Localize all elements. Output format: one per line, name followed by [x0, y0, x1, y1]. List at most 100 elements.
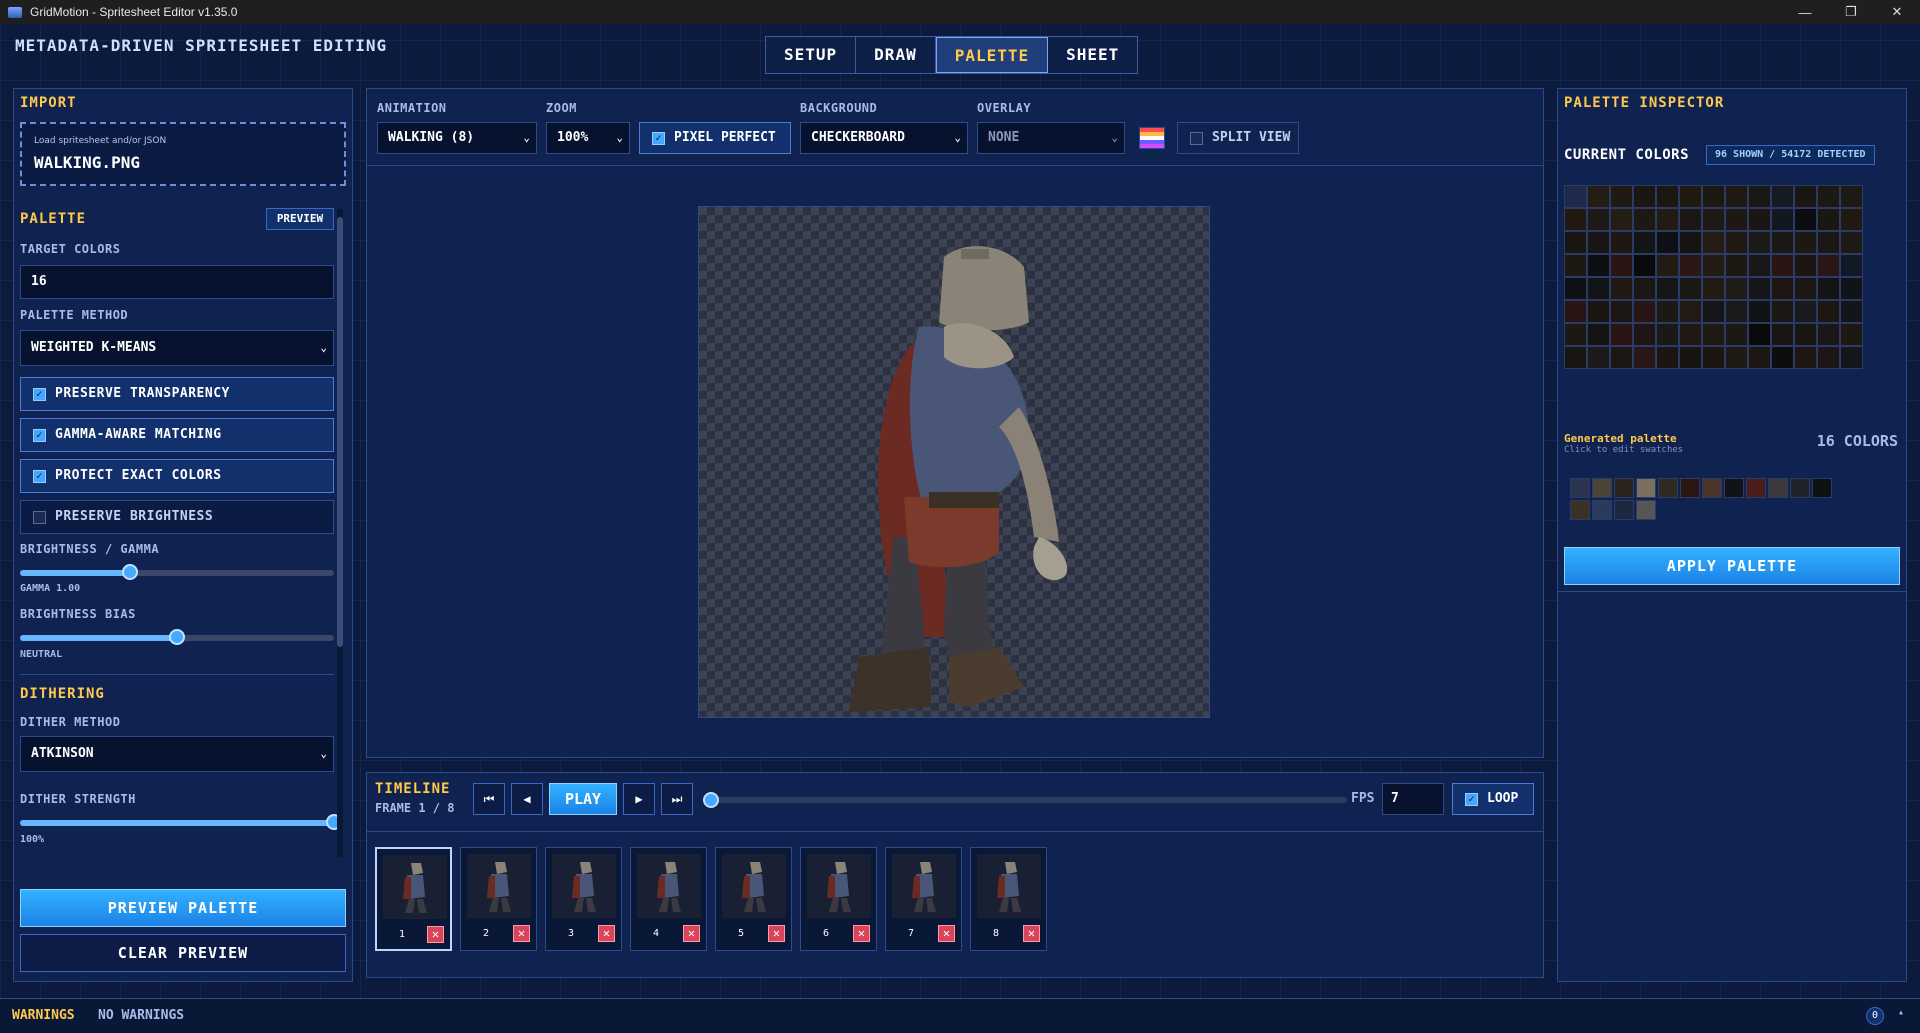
current-color-swatch[interactable] — [1794, 300, 1817, 323]
current-color-swatch[interactable] — [1817, 277, 1840, 300]
frame-thumbnail-3[interactable]: 3 ✕ — [545, 847, 622, 951]
generated-color-swatch[interactable] — [1724, 478, 1744, 498]
delete-frame-icon[interactable]: ✕ — [853, 925, 870, 942]
fps-input[interactable]: 7 — [1382, 783, 1444, 815]
apply-palette-button[interactable]: APPLY PALETTE — [1564, 547, 1900, 585]
current-color-swatch[interactable] — [1656, 300, 1679, 323]
current-color-swatch[interactable] — [1817, 208, 1840, 231]
current-color-swatch[interactable] — [1725, 346, 1748, 369]
delete-frame-icon[interactable]: ✕ — [598, 925, 615, 942]
current-color-swatch[interactable] — [1587, 300, 1610, 323]
current-color-swatch[interactable] — [1633, 277, 1656, 300]
current-color-swatch[interactable] — [1656, 277, 1679, 300]
generated-color-swatch[interactable] — [1636, 478, 1656, 498]
current-color-swatch[interactable] — [1702, 254, 1725, 277]
current-color-swatch[interactable] — [1587, 208, 1610, 231]
current-color-swatch[interactable] — [1748, 208, 1771, 231]
generated-color-swatch[interactable] — [1680, 478, 1700, 498]
current-color-swatch[interactable] — [1817, 185, 1840, 208]
current-color-swatch[interactable] — [1840, 231, 1863, 254]
current-color-swatch[interactable] — [1702, 277, 1725, 300]
palette-preview-button[interactable]: PREVIEW — [266, 208, 334, 230]
current-color-swatch[interactable] — [1771, 254, 1794, 277]
current-color-swatch[interactable] — [1587, 323, 1610, 346]
preview-palette-button[interactable]: PREVIEW PALETTE — [20, 889, 346, 927]
current-color-swatch[interactable] — [1610, 231, 1633, 254]
scrubber-knob[interactable] — [703, 792, 720, 808]
frame-thumbnail-2[interactable]: 2 ✕ — [460, 847, 537, 951]
current-color-swatch[interactable] — [1817, 231, 1840, 254]
preserve-brightness-checkbox[interactable]: PRESERVE BRIGHTNESS — [20, 500, 334, 534]
current-color-swatch[interactable] — [1587, 346, 1610, 369]
current-color-swatch[interactable] — [1702, 208, 1725, 231]
notification-badge[interactable]: 0 — [1866, 1007, 1884, 1025]
current-color-swatch[interactable] — [1840, 208, 1863, 231]
current-color-swatch[interactable] — [1794, 208, 1817, 231]
current-color-swatch[interactable] — [1725, 300, 1748, 323]
delete-frame-icon[interactable]: ✕ — [938, 925, 955, 942]
current-color-swatch[interactable] — [1679, 323, 1702, 346]
bias-slider[interactable] — [20, 629, 334, 645]
current-color-swatch[interactable] — [1610, 300, 1633, 323]
generated-color-swatch[interactable] — [1746, 478, 1766, 498]
current-color-swatch[interactable] — [1564, 300, 1587, 323]
current-color-swatch[interactable] — [1817, 300, 1840, 323]
current-color-swatch[interactable] — [1610, 277, 1633, 300]
generated-color-swatch[interactable] — [1812, 478, 1832, 498]
current-color-swatch[interactable] — [1725, 323, 1748, 346]
current-color-swatch[interactable] — [1679, 300, 1702, 323]
generated-color-swatch[interactable] — [1614, 478, 1634, 498]
current-color-swatch[interactable] — [1656, 323, 1679, 346]
current-color-swatch[interactable] — [1817, 323, 1840, 346]
current-color-swatch[interactable] — [1748, 300, 1771, 323]
current-color-swatch[interactable] — [1564, 346, 1587, 369]
current-color-swatch[interactable] — [1702, 323, 1725, 346]
current-color-swatch[interactable] — [1587, 254, 1610, 277]
frame-thumbnail-8[interactable]: 8 ✕ — [970, 847, 1047, 951]
current-color-swatch[interactable] — [1794, 231, 1817, 254]
current-color-swatch[interactable] — [1656, 185, 1679, 208]
overlay-color-icon[interactable] — [1139, 127, 1165, 149]
current-color-swatch[interactable] — [1564, 277, 1587, 300]
gamma-slider[interactable] — [20, 564, 334, 580]
current-color-swatch[interactable] — [1748, 185, 1771, 208]
current-color-swatch[interactable] — [1610, 185, 1633, 208]
current-color-swatch[interactable] — [1794, 323, 1817, 346]
current-color-swatch[interactable] — [1840, 346, 1863, 369]
current-color-swatch[interactable] — [1564, 323, 1587, 346]
frame-thumbnail-4[interactable]: 4 ✕ — [630, 847, 707, 951]
generated-color-swatch[interactable] — [1614, 500, 1634, 520]
generated-color-swatch[interactable] — [1570, 500, 1590, 520]
last-frame-button[interactable]: ⏭ — [661, 783, 693, 815]
tab-draw[interactable]: DRAW — [856, 37, 936, 73]
minimize-button[interactable]: — — [1782, 0, 1828, 24]
loop-checkbox[interactable]: ✓ LOOP — [1452, 783, 1534, 815]
clear-preview-button[interactable]: CLEAR PREVIEW — [20, 934, 346, 972]
frame-thumbnail-5[interactable]: 5 ✕ — [715, 847, 792, 951]
frame-thumbnail-1[interactable]: 1 ✕ — [375, 847, 452, 951]
current-color-swatch[interactable] — [1633, 208, 1656, 231]
slider-knob[interactable] — [169, 629, 185, 645]
frame-thumbnail-7[interactable]: 7 ✕ — [885, 847, 962, 951]
current-color-swatch[interactable] — [1817, 346, 1840, 369]
current-color-swatch[interactable] — [1771, 277, 1794, 300]
current-color-swatch[interactable] — [1725, 254, 1748, 277]
scrollbar-thumb[interactable] — [337, 217, 343, 647]
current-color-swatch[interactable] — [1679, 185, 1702, 208]
current-color-swatch[interactable] — [1840, 300, 1863, 323]
current-color-swatch[interactable] — [1633, 300, 1656, 323]
gamma-aware-checkbox[interactable]: ✓ GAMMA-AWARE MATCHING — [20, 418, 334, 452]
split-view-checkbox[interactable]: SPLIT VIEW — [1177, 122, 1299, 154]
current-color-swatch[interactable] — [1610, 346, 1633, 369]
current-color-swatch[interactable] — [1794, 185, 1817, 208]
overlay-select[interactable]: NONE ⌄ — [977, 122, 1125, 154]
delete-frame-icon[interactable]: ✕ — [513, 925, 530, 942]
current-color-swatch[interactable] — [1794, 254, 1817, 277]
current-color-swatch[interactable] — [1564, 185, 1587, 208]
tab-setup[interactable]: SETUP — [766, 37, 857, 73]
current-color-swatch[interactable] — [1771, 300, 1794, 323]
pixel-perfect-checkbox[interactable]: ✓ PIXEL PERFECT — [639, 122, 791, 154]
generated-color-swatch[interactable] — [1658, 478, 1678, 498]
generated-color-swatch[interactable] — [1592, 478, 1612, 498]
generated-color-swatch[interactable] — [1790, 478, 1810, 498]
